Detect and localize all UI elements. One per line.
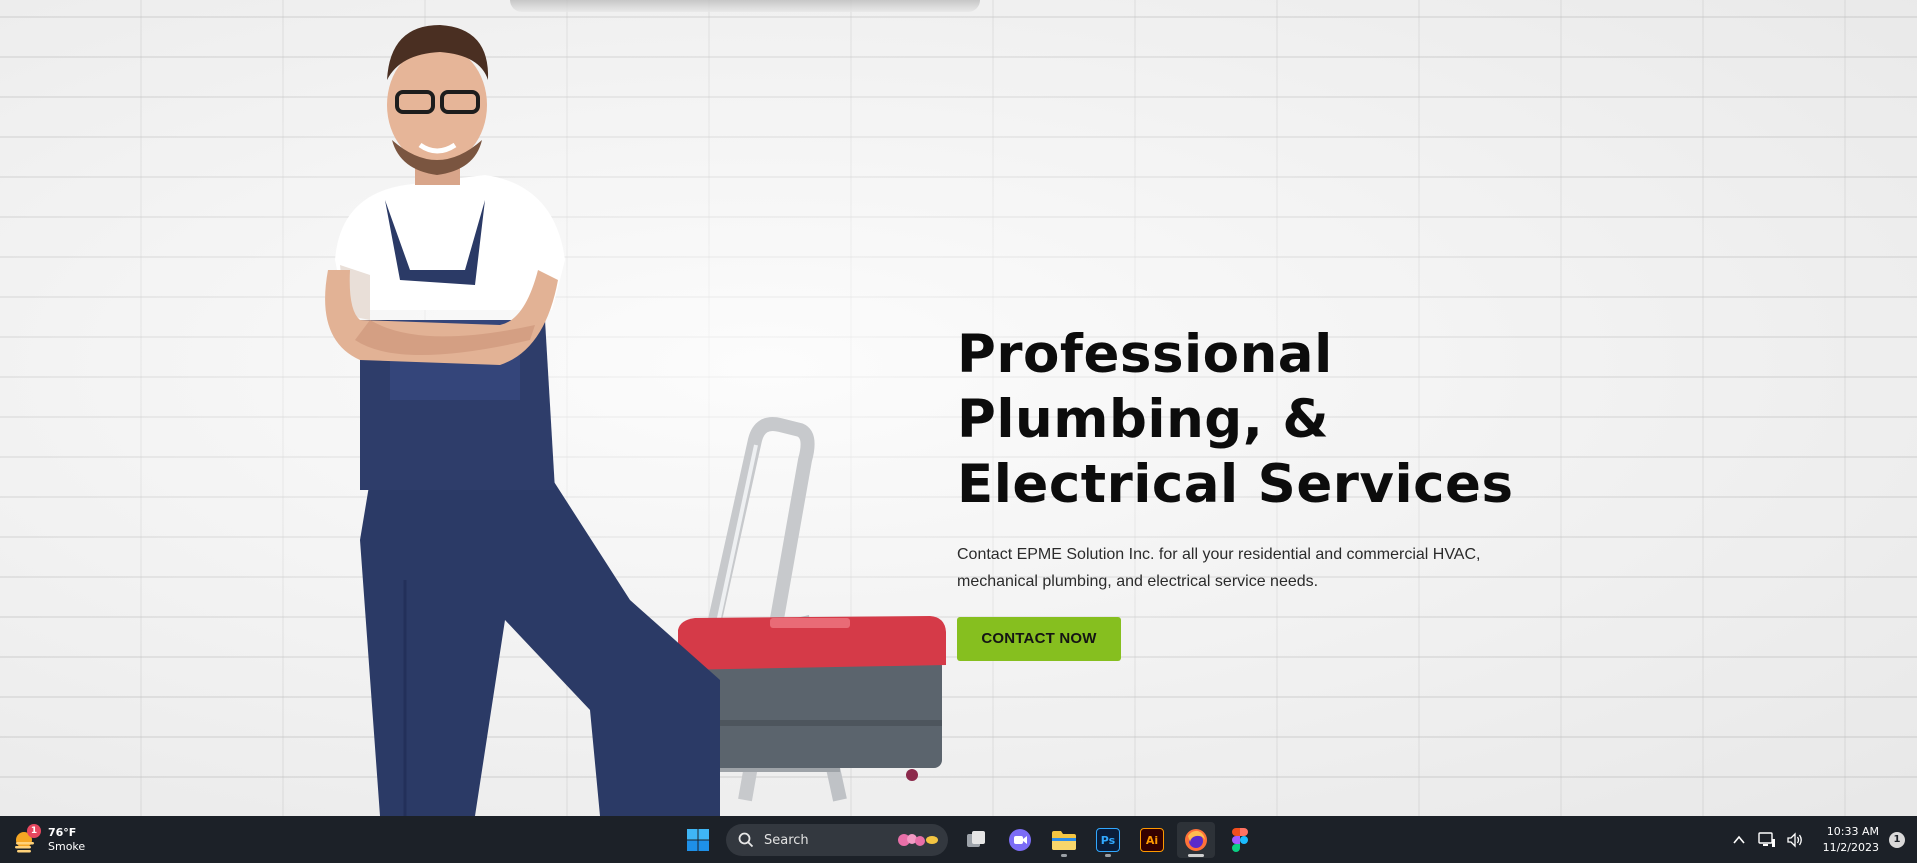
worker-legs	[360, 460, 720, 816]
task-view-button[interactable]	[957, 822, 995, 858]
weather-widget[interactable]: 1 76°F Smoke	[12, 824, 85, 856]
network-icon	[1757, 831, 1775, 847]
zoom-app-button[interactable]	[1001, 822, 1039, 858]
system-tray: 10:33 AM 11/2/2023 1	[1725, 816, 1905, 863]
hero-section: Professional Plumbing, & Electrical Serv…	[0, 0, 1917, 816]
clock-time: 10:33 AM	[1826, 824, 1879, 838]
weather-text: 76°F Smoke	[48, 826, 85, 854]
ceiling-fixture	[510, 0, 980, 12]
network-button[interactable]	[1755, 828, 1779, 852]
illustrator-icon-label: Ai	[1145, 833, 1159, 847]
smoke-weather-icon: 1	[12, 824, 41, 854]
running-indicator	[1105, 854, 1111, 857]
taskbar-search-box[interactable]: Search	[726, 824, 948, 856]
firefox-button[interactable]	[1177, 822, 1215, 858]
worker-head	[387, 25, 489, 185]
chevron-up-icon	[1732, 835, 1745, 844]
clock-date: 11/2/2023	[1822, 840, 1879, 854]
contact-now-button[interactable]: CONTACT NOW	[957, 617, 1121, 661]
notification-center-badge[interactable]: 1	[1889, 831, 1905, 848]
show-hidden-icons-button[interactable]	[1727, 828, 1751, 852]
figma-button[interactable]	[1221, 822, 1259, 858]
windows-taskbar: 1 76°F Smoke Search Ps Ai 10:33 AM 11/2/…	[0, 816, 1917, 863]
task-view-icon	[967, 831, 985, 847]
taskbar-clock[interactable]: 10:33 AM 11/2/2023	[1823, 824, 1879, 856]
photoshop-icon: Ps	[1096, 828, 1120, 852]
start-button[interactable]	[679, 822, 717, 858]
hero-title-line-1: Professional	[957, 324, 1333, 385]
file-explorer-button[interactable]	[1045, 822, 1083, 858]
illustrator-button[interactable]: Ai	[1133, 822, 1171, 858]
volume-button[interactable]	[1783, 828, 1807, 852]
hero-title-line-2: Plumbing, &	[957, 389, 1330, 450]
hero-description: Contact EPME Solution Inc. for all your …	[957, 546, 1481, 590]
search-highlight-flower-icon	[898, 834, 938, 846]
weather-condition: Smoke	[48, 840, 86, 853]
hero-title: Professional Plumbing, & Electrical Serv…	[957, 322, 1517, 517]
worker-body	[325, 175, 565, 490]
active-indicator	[1188, 854, 1204, 857]
firefox-icon	[1185, 829, 1207, 851]
weather-alert-badge: 1	[27, 824, 41, 838]
photoshop-button[interactable]: Ps	[1089, 822, 1127, 858]
weather-temperature: 76°F	[48, 826, 77, 839]
windows-logo-icon	[687, 829, 709, 851]
illustrator-icon: Ai	[1140, 828, 1164, 852]
worker-photo	[300, 20, 960, 816]
search-label: Search	[764, 832, 809, 848]
figma-icon	[1232, 828, 1248, 852]
speaker-icon	[1786, 831, 1802, 848]
running-indicator	[1061, 854, 1067, 857]
zoom-icon	[1009, 829, 1031, 851]
taskbar-apps: Search Ps Ai	[676, 822, 1262, 858]
photoshop-icon-label: Ps	[1100, 833, 1116, 847]
search-icon	[738, 832, 754, 848]
folder-icon	[1052, 831, 1076, 850]
hero-title-line-3: Electrical Services	[957, 454, 1514, 515]
hero-content: Professional Plumbing, & Electrical Serv…	[957, 322, 1517, 661]
